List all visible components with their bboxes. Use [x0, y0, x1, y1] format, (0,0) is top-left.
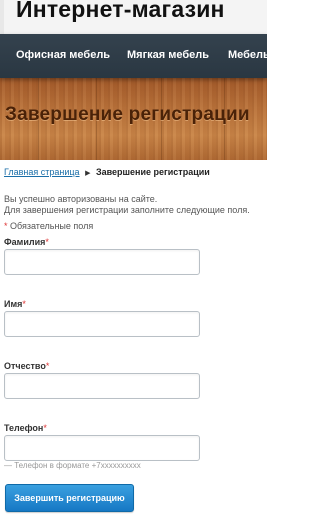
required-star: *: [22, 299, 26, 309]
required-star: *: [45, 237, 49, 247]
store-title[interactable]: Интернет-магазин: [16, 0, 225, 23]
complete-registration-button[interactable]: Завершить регистрацию: [5, 484, 134, 512]
required-star: *: [43, 423, 47, 433]
first-name-field[interactable]: [4, 311, 200, 337]
last-name-label: Фамилия*: [4, 237, 49, 247]
nav-item-office-furniture[interactable]: Офисная мебель: [16, 49, 110, 61]
page-title: Завершение регистрации: [5, 104, 250, 125]
breadcrumb-arrow-icon: ▶: [85, 170, 91, 177]
middle-name-label-text: Отчество: [4, 361, 46, 371]
required-fields-note: * Обязательные поля: [4, 221, 93, 231]
last-name-label-text: Фамилия: [4, 237, 46, 247]
required-note-text: Обязательные поля: [10, 221, 94, 231]
breadcrumb: Главная страница ▶ Завершение регистраци…: [4, 167, 210, 177]
info-message: Вы успешно авторизованы на сайте. Для за…: [4, 194, 250, 216]
main-navigation: Офисная мебель Мягкая мебель Мебель: [0, 34, 267, 78]
required-star: *: [45, 361, 50, 371]
phone-field[interactable]: [4, 435, 200, 461]
phone-format-hint: — Телефон в формате +7xxxxxxxxxx: [4, 461, 141, 470]
first-name-label-text: Имя: [4, 299, 23, 309]
registration-page: Интернет-магазин Офисная мебель Мягкая м…: [0, 0, 267, 520]
nav-item-furniture[interactable]: Мебель: [228, 49, 267, 61]
store-header: Интернет-магазин: [0, 0, 267, 34]
info-line-2: Для завершения регистрации заполните сле…: [4, 205, 250, 215]
last-name-field[interactable]: [4, 249, 200, 275]
breadcrumb-current: Завершение регистрации: [95, 167, 210, 177]
first-name-label: Имя*: [4, 299, 26, 309]
required-star: *: [4, 221, 8, 231]
info-line-1: Вы успешно авторизованы на сайте.: [4, 194, 158, 204]
nav-item-soft-furniture[interactable]: Мягкая мебель: [127, 49, 209, 61]
breadcrumb-home-link[interactable]: Главная страница: [4, 167, 80, 177]
middle-name-field[interactable]: [4, 373, 200, 399]
phone-label: Телефон*: [4, 423, 47, 433]
middle-name-label: Отчество*: [4, 361, 49, 371]
phone-label-text: Телефон: [4, 423, 44, 433]
